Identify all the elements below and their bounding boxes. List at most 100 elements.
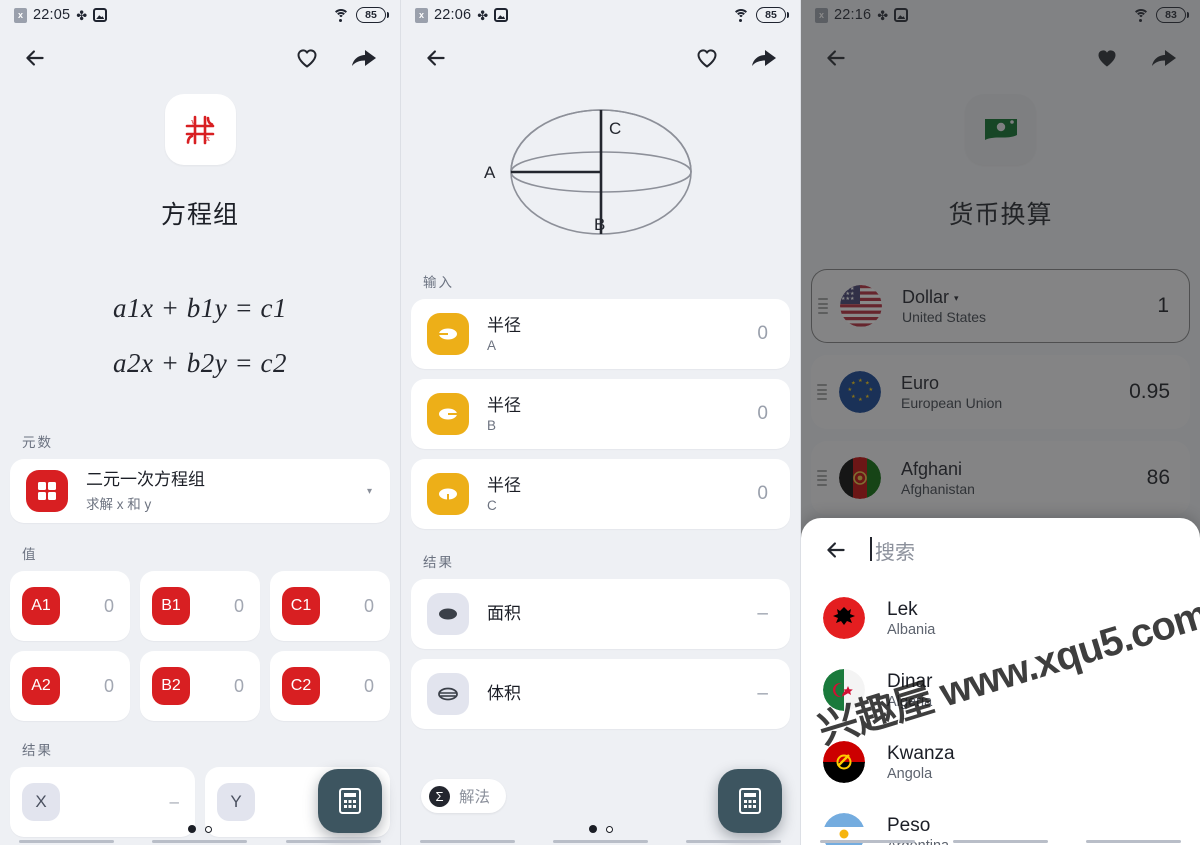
flag-us-glyph: ★★★★★★★★★ bbox=[840, 285, 882, 327]
currency-amount[interactable]: 0.95 bbox=[1129, 380, 1190, 404]
input-row-radius-c[interactable]: 半径 C 0 bbox=[411, 459, 790, 529]
flag-ao-glyph bbox=[823, 741, 865, 783]
currency-row-euro[interactable]: ★ ★ ★ ★ ★ ★ ★ ★ Euro European Union 0.95 bbox=[811, 355, 1190, 429]
radius-b-glyph bbox=[439, 408, 457, 420]
svg-text:★: ★ bbox=[851, 381, 856, 387]
ellipsoid-radius-a-icon bbox=[427, 313, 469, 355]
back-arrow-icon[interactable] bbox=[22, 45, 48, 71]
share-arrow-icon[interactable] bbox=[750, 46, 778, 70]
value-chip: C2 bbox=[282, 667, 320, 705]
share-arrow-icon[interactable] bbox=[350, 46, 378, 70]
heart-outline-icon[interactable] bbox=[694, 46, 720, 70]
back-arrow-icon[interactable] bbox=[423, 45, 449, 71]
drag-handle-icon[interactable] bbox=[817, 384, 827, 400]
value-amount: 0 bbox=[363, 595, 374, 616]
section-label-values: 值 bbox=[22, 547, 38, 562]
svg-text:★: ★ bbox=[869, 387, 874, 393]
equation-glyph: y x bbox=[185, 115, 215, 144]
app-header: y x 方程组 bbox=[0, 86, 400, 231]
input-subtitle: C bbox=[487, 498, 497, 514]
currency-name: Euro bbox=[901, 373, 940, 393]
value-field-c2[interactable]: C2 0 bbox=[270, 651, 390, 721]
status-bar: x 22:05 ✤ 85 bbox=[0, 0, 400, 30]
currency-row-afghani[interactable]: Afghani Afghanistan 86 bbox=[811, 441, 1190, 515]
panel-ellipsoid: x 22:06 ✤ 85 A C B 输入 半径 A 0 半径 B 0 半径 C… bbox=[400, 0, 800, 845]
equation-line-2: a2x + b2y = c2 bbox=[113, 348, 287, 378]
app-header: 货币换算 bbox=[801, 86, 1200, 231]
section-label-input: 输入 bbox=[423, 275, 454, 290]
screenshot-icon bbox=[894, 8, 909, 22]
input-row-radius-b[interactable]: 半径 B 0 bbox=[411, 379, 790, 449]
value-field-a2[interactable]: A2 0 bbox=[10, 651, 130, 721]
svg-text:★: ★ bbox=[858, 397, 863, 403]
section-label-order: 元数 bbox=[22, 435, 53, 450]
solution-method-button[interactable]: Σ 解法 bbox=[421, 779, 507, 813]
currency-list-item-lek[interactable]: Lek Albania bbox=[801, 582, 1200, 654]
result-row-volume[interactable]: 体积 – bbox=[411, 659, 790, 729]
pagination-dot-active[interactable] bbox=[588, 825, 597, 833]
grid-four-glyph bbox=[38, 482, 56, 500]
flag-af-icon bbox=[839, 457, 881, 499]
input-title: 半径 bbox=[487, 395, 521, 415]
solution-method-label: 解法 bbox=[459, 789, 491, 806]
drag-handle-icon[interactable] bbox=[818, 298, 828, 314]
result-value: – bbox=[757, 603, 768, 624]
section-label-result: 结果 bbox=[423, 555, 454, 570]
svg-text:★: ★ bbox=[865, 381, 870, 387]
value-field-a1[interactable]: A1 0 bbox=[10, 571, 130, 641]
values-grid-row-2: A2 0 B2 0 C2 0 bbox=[0, 651, 400, 721]
battery-indicator: 83 bbox=[1156, 7, 1189, 23]
currency-country: United States bbox=[902, 309, 987, 325]
share-arrow-icon[interactable] bbox=[1150, 46, 1178, 70]
ellipsoid-radius-b-icon bbox=[427, 393, 469, 435]
drag-handle-icon[interactable] bbox=[817, 470, 827, 486]
value-amount: 0 bbox=[103, 595, 114, 616]
back-arrow-icon[interactable] bbox=[823, 45, 849, 71]
result-title: 体积 bbox=[487, 684, 521, 704]
value-field-b2[interactable]: B2 0 bbox=[140, 651, 260, 721]
currency-row-dollar[interactable]: ★★★ ★★★ ★★★ Dollar ▾ United States 1 bbox=[811, 269, 1190, 343]
result-value: – bbox=[757, 683, 768, 704]
input-row-radius-a[interactable]: 半径 A 0 bbox=[411, 299, 790, 369]
currency-country: European Union bbox=[901, 395, 1003, 411]
search-input[interactable]: 搜索 bbox=[870, 536, 915, 565]
label-c: C bbox=[609, 119, 621, 138]
value-field-c1[interactable]: C1 0 bbox=[270, 571, 390, 641]
value-field-b1[interactable]: B1 0 bbox=[140, 571, 260, 641]
flower-icon: ✤ bbox=[877, 7, 889, 23]
result-chip: Y bbox=[217, 783, 255, 821]
result-row-area[interactable]: 面积 – bbox=[411, 579, 790, 649]
pagination-dot[interactable] bbox=[605, 825, 613, 833]
svg-text:★: ★ bbox=[851, 394, 856, 400]
selector-title: 二元一次方程组 bbox=[86, 470, 205, 490]
back-arrow-icon[interactable] bbox=[823, 537, 849, 563]
svg-text:★★★: ★★★ bbox=[841, 296, 855, 302]
currency-list-item-dinar[interactable]: Dinar Algeria bbox=[801, 654, 1200, 726]
heart-outline-icon[interactable] bbox=[294, 46, 320, 70]
app-bar bbox=[401, 30, 800, 86]
pagination-dot[interactable] bbox=[205, 825, 212, 833]
calculator-fab-button[interactable] bbox=[318, 769, 382, 833]
currency-amount[interactable]: 1 bbox=[1157, 294, 1189, 318]
pagination-dot-active[interactable] bbox=[188, 825, 196, 833]
chevron-down-icon[interactable]: ▾ bbox=[367, 486, 390, 497]
flower-icon: ✤ bbox=[477, 7, 489, 23]
svg-text:★: ★ bbox=[858, 378, 863, 384]
sim-card-icon: x bbox=[14, 7, 27, 23]
value-amount: 0 bbox=[103, 675, 114, 696]
page-title: 方程组 bbox=[160, 201, 239, 229]
equation-type-selector[interactable]: 二元一次方程组 求解 x 和 y ▾ bbox=[10, 459, 390, 523]
chevron-down-icon[interactable]: ▾ bbox=[954, 293, 959, 303]
currency-list-item-kwanza[interactable]: Kwanza Angola bbox=[801, 726, 1200, 798]
pagination-dots bbox=[0, 825, 400, 833]
equation-display: a1x + b1y = c1 a2x + b2y = c2 bbox=[0, 293, 400, 379]
value-chip: A2 bbox=[22, 667, 60, 705]
heart-filled-icon[interactable] bbox=[1094, 46, 1120, 70]
calculator-fab-button[interactable] bbox=[718, 769, 782, 833]
flag-af-glyph bbox=[839, 457, 881, 499]
volume-glyph bbox=[438, 687, 458, 701]
currency-amount[interactable]: 86 bbox=[1147, 466, 1190, 490]
flower-icon: ✤ bbox=[76, 7, 88, 23]
status-time: 22:05 bbox=[33, 7, 71, 23]
value-chip: B1 bbox=[152, 587, 190, 625]
